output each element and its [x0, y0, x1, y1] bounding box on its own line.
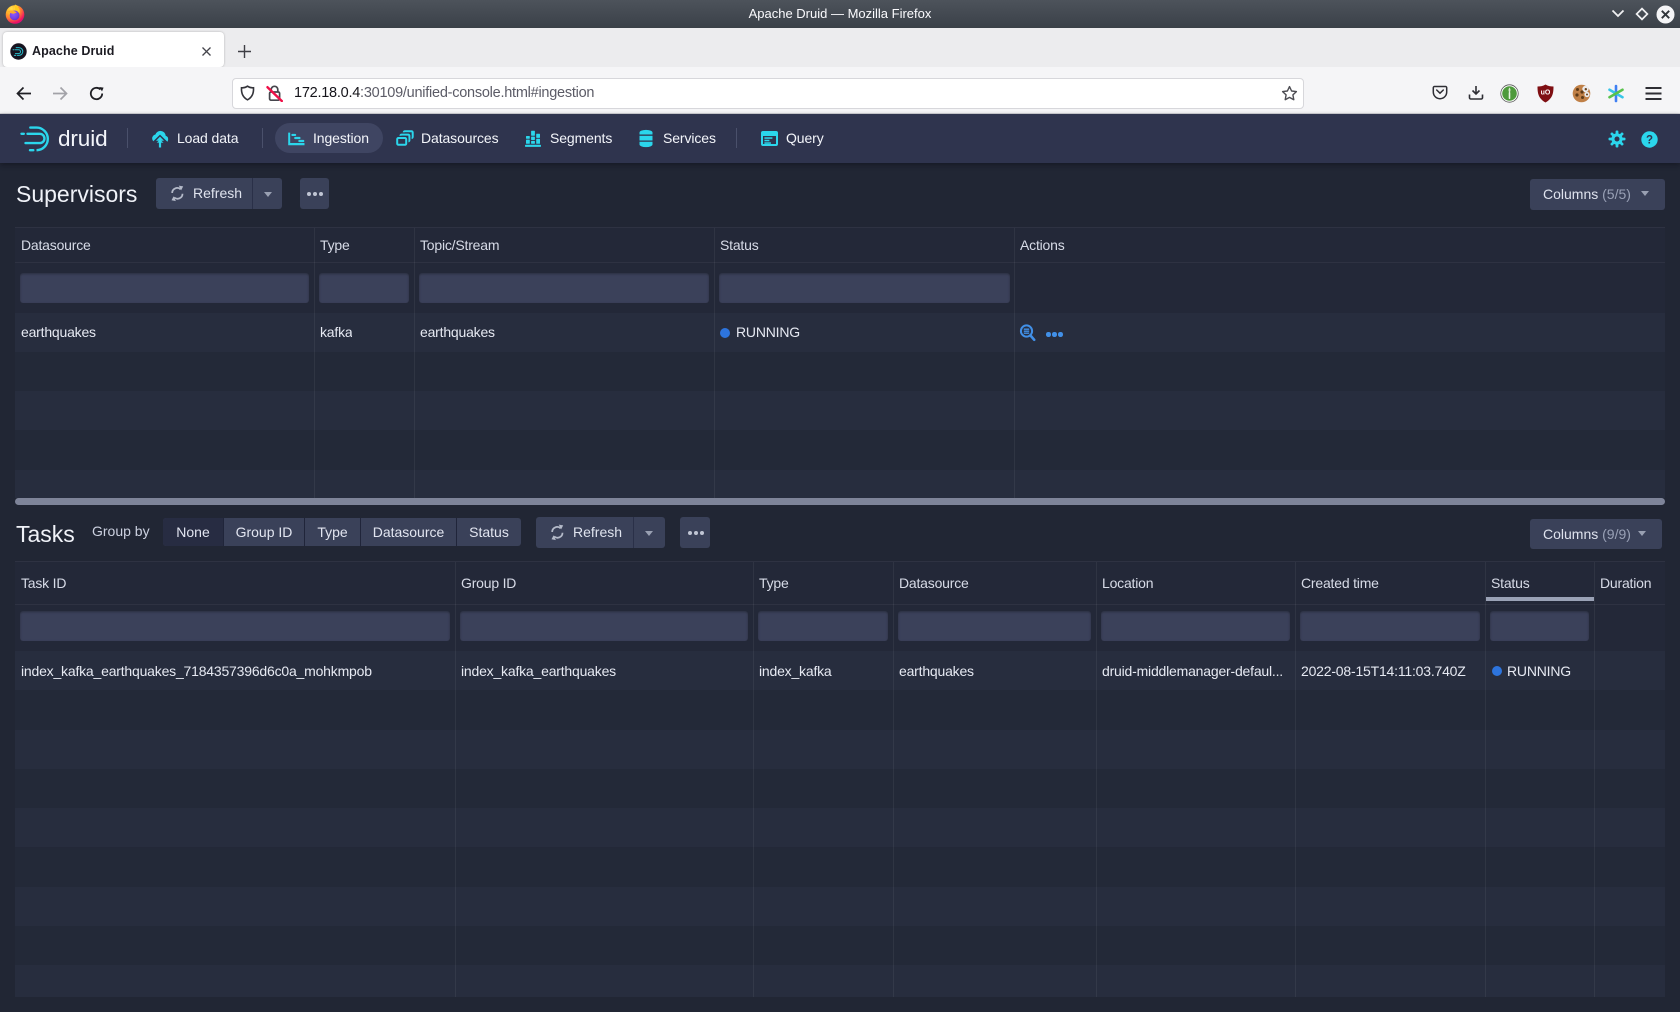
svg-text:uO: uO	[1541, 90, 1551, 97]
svg-text:?: ?	[1646, 134, 1653, 146]
